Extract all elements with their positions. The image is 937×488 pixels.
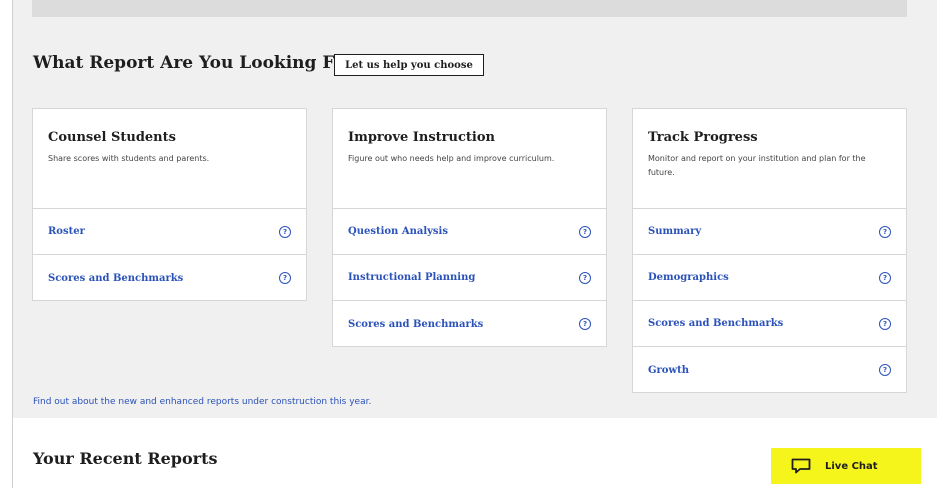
report-link-label: Scores and Benchmarks (48, 272, 184, 284)
help-icon[interactable]: ? (579, 271, 591, 284)
report-link-scores-benchmarks[interactable]: Scores and Benchmarks ? (333, 301, 606, 347)
report-link-roster[interactable]: Roster ? (33, 209, 306, 255)
report-link-growth[interactable]: Growth ? (633, 347, 906, 393)
card-header: Track Progress Monitor and report on you… (633, 109, 906, 209)
help-icon[interactable]: ? (879, 364, 891, 376)
help-icon[interactable]: ? (579, 225, 591, 238)
card-title: Track Progress (648, 130, 758, 145)
help-icon[interactable]: ? (279, 225, 291, 238)
help-icon[interactable]: ? (279, 272, 291, 284)
live-chat-button[interactable]: Live Chat (771, 448, 921, 484)
card-description: Figure out who needs help and improve cu… (348, 154, 555, 163)
live-chat-label: Live Chat (825, 460, 878, 472)
recent-reports-heading: Your Recent Reports (33, 449, 218, 468)
card-header: Improve Instruction Figure out who needs… (333, 109, 606, 209)
chat-bubble-icon (791, 458, 811, 474)
report-link-scores-benchmarks[interactable]: Scores and Benchmarks ? (633, 301, 906, 347)
report-link-label: Summary (648, 226, 702, 237)
report-link-label: Demographics (648, 272, 729, 283)
report-finder-heading: What Report Are You Looking For? (33, 53, 364, 73)
help-choose-button[interactable]: Let us help you choose (334, 54, 484, 76)
card-title: Counsel Students (48, 130, 176, 145)
construction-info-link[interactable]: Find out about the new and enhanced repo… (33, 397, 371, 407)
report-link-summary[interactable]: Summary ? (633, 209, 906, 255)
report-link-label: Question Analysis (348, 226, 448, 237)
report-link-label: Instructional Planning (348, 272, 476, 283)
help-icon[interactable]: ? (879, 225, 891, 238)
card-header: Counsel Students Share scores with stude… (33, 109, 306, 209)
report-link-label: Roster (48, 226, 85, 237)
report-link-label: Growth (648, 364, 689, 376)
help-icon[interactable]: ? (879, 271, 891, 284)
card-description: Monitor and report on your institution a… (648, 154, 866, 177)
card-description: Share scores with students and parents. (48, 154, 210, 163)
report-link-instructional-planning[interactable]: Instructional Planning ? (333, 255, 606, 301)
help-icon[interactable]: ? (579, 318, 591, 330)
report-link-label: Scores and Benchmarks (648, 318, 784, 329)
card-title: Improve Instruction (348, 130, 495, 145)
report-link-scores-benchmarks[interactable]: Scores and Benchmarks ? (33, 255, 306, 301)
report-link-demographics[interactable]: Demographics ? (633, 255, 906, 301)
help-icon[interactable]: ? (879, 317, 891, 330)
card-track-progress: Track Progress Monitor and report on you… (632, 108, 907, 393)
top-strip (32, 0, 907, 17)
card-improve-instruction: Improve Instruction Figure out who needs… (332, 108, 607, 347)
report-link-question-analysis[interactable]: Question Analysis ? (333, 209, 606, 255)
report-link-label: Scores and Benchmarks (348, 318, 484, 330)
card-counsel-students: Counsel Students Share scores with stude… (32, 108, 307, 301)
